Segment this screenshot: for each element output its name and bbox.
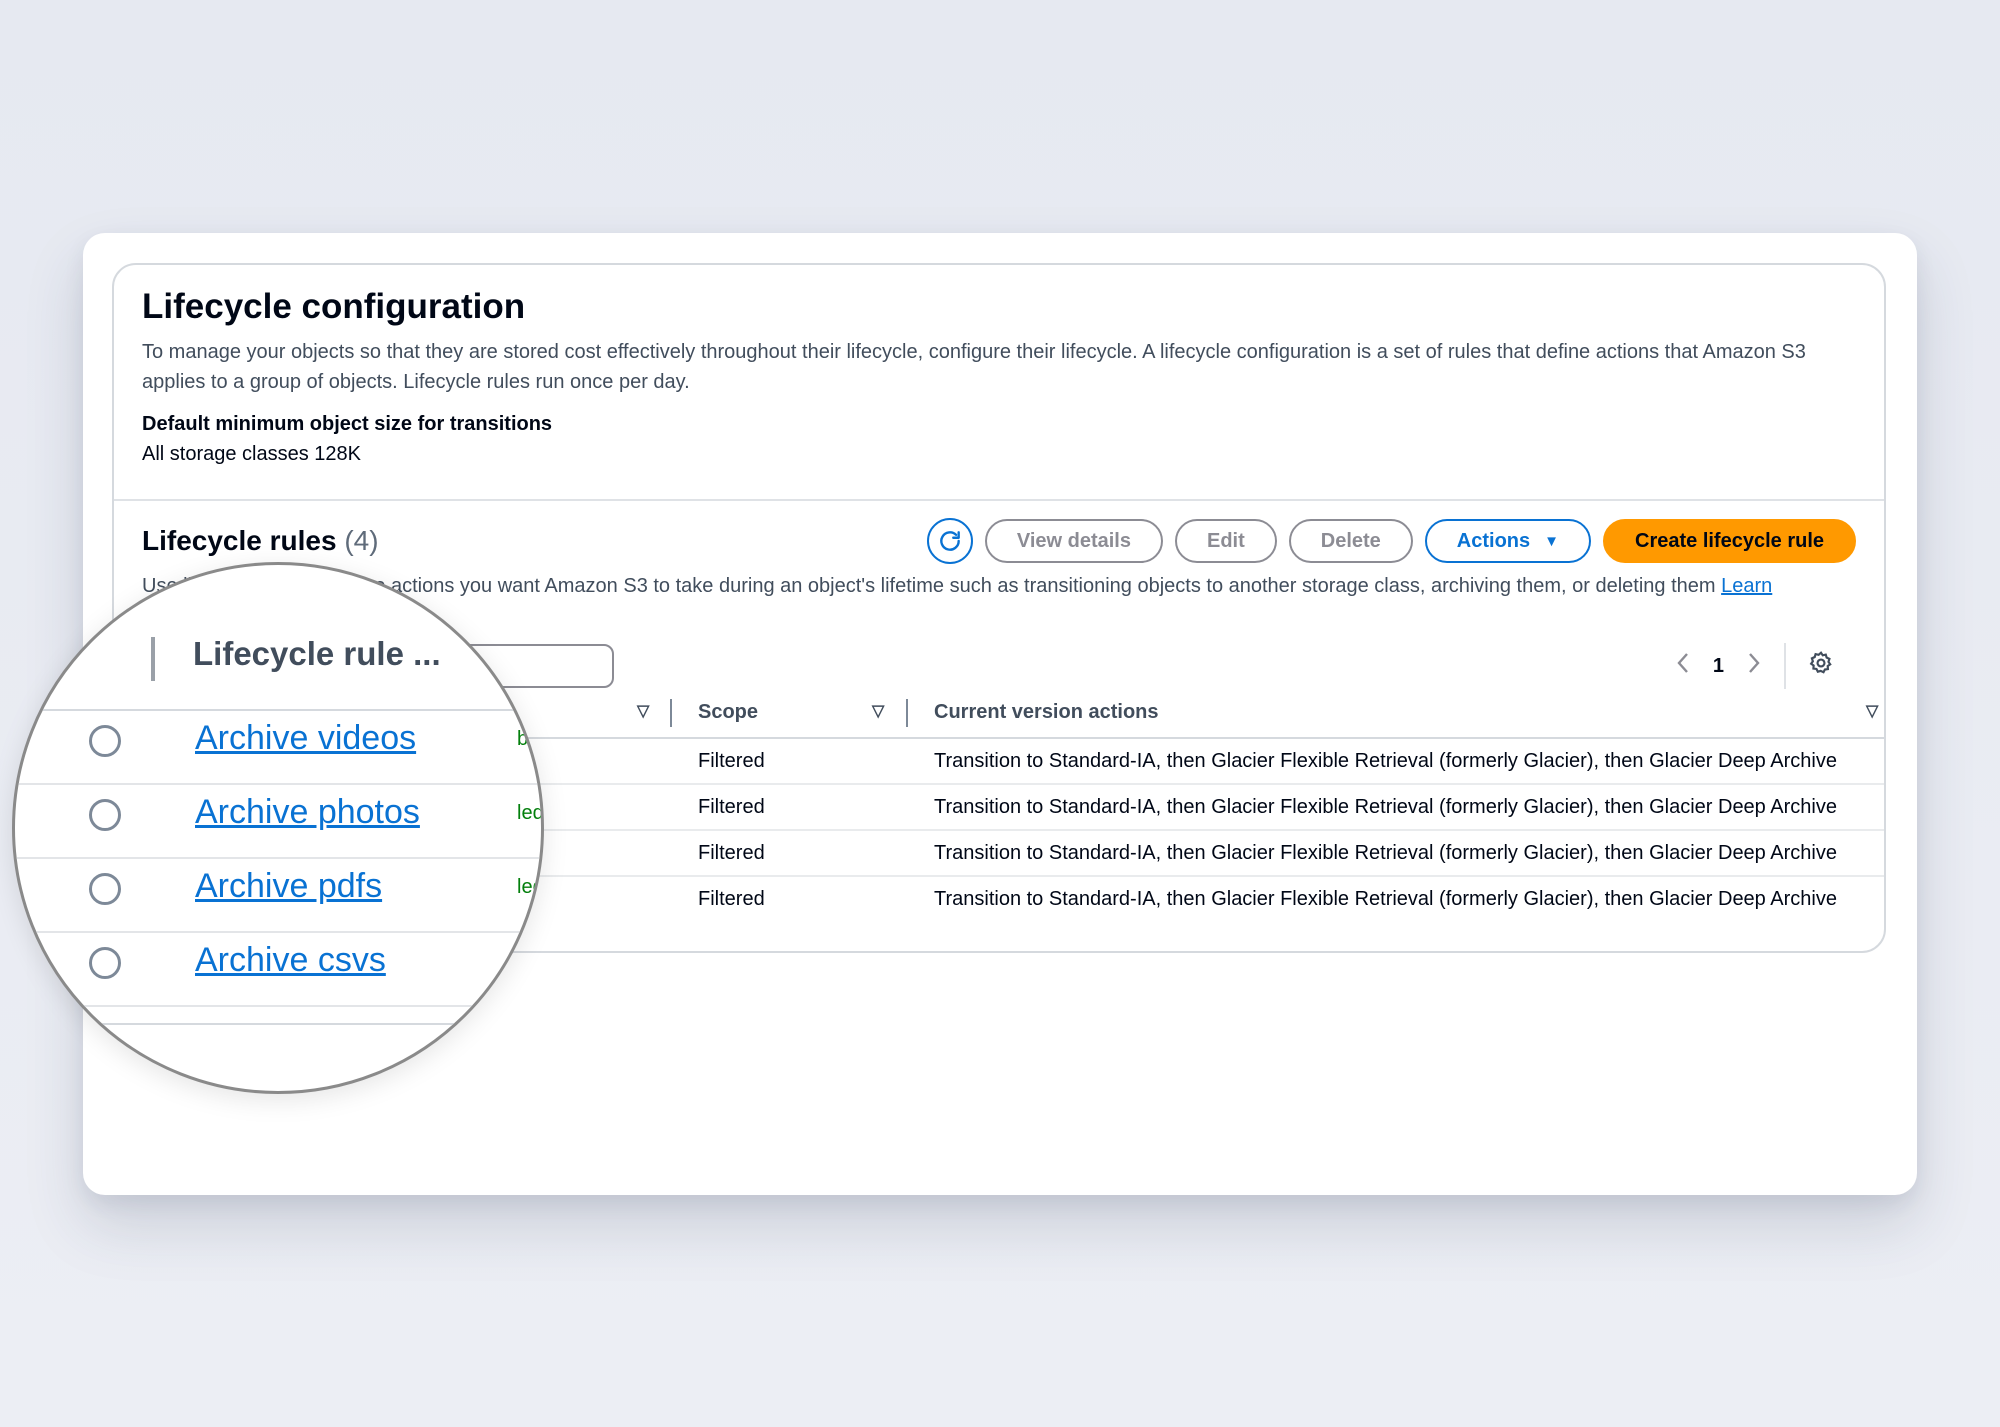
rule-name-link[interactable]: Archive videos xyxy=(195,719,416,758)
row-status: led xyxy=(517,802,544,824)
row-radio[interactable] xyxy=(89,873,121,905)
rule-name-link[interactable]: Archive photos xyxy=(195,793,420,832)
magnified-divider xyxy=(15,1023,541,1025)
column-divider[interactable] xyxy=(906,699,908,727)
magnified-row[interactable]: Archive videos bled xyxy=(15,711,541,785)
row-scope: Filtered xyxy=(698,750,765,772)
page-title: Lifecycle configuration xyxy=(142,287,526,326)
magnified-row[interactable]: Archive photos led xyxy=(15,785,541,859)
row-current-version-actions: Transition to Standard-IA, then Glacier … xyxy=(934,796,1837,818)
row-status: bled xyxy=(517,728,544,750)
page-number[interactable]: 1 xyxy=(1713,655,1724,678)
row-radio[interactable] xyxy=(89,947,121,979)
sort-scope-icon[interactable]: ▽ xyxy=(872,701,884,721)
rule-name-link[interactable]: Archive pdfs xyxy=(195,867,382,906)
rules-count: (4) xyxy=(344,525,379,556)
rules-title: Lifecycle rules xyxy=(142,525,337,556)
delete-button[interactable]: Delete xyxy=(1288,519,1413,563)
sort-actions-icon[interactable]: ▽ xyxy=(1866,701,1878,721)
min-size-label: Default minimum object size for transiti… xyxy=(142,413,553,435)
rules-toolbar: View details Edit Delete Actions ▼ Creat… xyxy=(926,518,1856,564)
row-scope: Filtered xyxy=(698,888,765,910)
column-status-fragment: s xyxy=(520,695,532,717)
page-description: To manage your objects so that they are … xyxy=(142,341,1806,393)
caret-down-icon: ▼ xyxy=(1544,532,1559,550)
row-status: led xyxy=(517,876,544,898)
edit-button[interactable]: Edit xyxy=(1174,519,1277,563)
actions-dropdown-button[interactable]: Actions ▼ xyxy=(1424,519,1591,563)
magnified-row[interactable]: Archive csvs bled xyxy=(15,933,541,1007)
row-radio[interactable] xyxy=(89,799,121,831)
refresh-icon xyxy=(940,531,960,551)
column-lifecycle-rule-name[interactable]: Lifecycle rule ... xyxy=(193,635,441,673)
sort-status-icon[interactable]: ▽ xyxy=(637,701,649,721)
row-status: bled xyxy=(517,950,544,972)
column-current-version-actions[interactable]: Current version actions xyxy=(934,701,1159,724)
pagination: 1 xyxy=(1675,643,1834,689)
chevron-left-icon[interactable] xyxy=(1675,651,1691,681)
min-size-value: All storage classes 128K xyxy=(142,443,362,465)
magnified-row[interactable]: Archive pdfs led xyxy=(15,859,541,933)
rules-heading: Lifecycle rules (4) xyxy=(142,525,379,557)
section-divider xyxy=(114,499,1884,501)
row-current-version-actions: Transition to Standard-IA, then Glacier … xyxy=(934,888,1837,910)
row-radio[interactable] xyxy=(89,725,121,757)
view-details-button[interactable]: View details xyxy=(984,519,1163,563)
pager-divider xyxy=(1784,643,1786,689)
column-resize-handle[interactable] xyxy=(151,637,155,681)
row-scope: Filtered xyxy=(698,842,765,864)
actions-label: Actions xyxy=(1456,529,1531,552)
row-scope: Filtered xyxy=(698,796,765,818)
rule-name-link[interactable]: Archive csvs xyxy=(195,941,386,980)
column-scope[interactable]: Scope xyxy=(698,701,758,724)
create-lifecycle-rule-button[interactable]: Create lifecycle rule xyxy=(1603,519,1856,563)
refresh-button[interactable] xyxy=(926,518,973,564)
chevron-right-icon[interactable] xyxy=(1746,651,1762,681)
zoom-magnifier: Lifecycle rule ... Archive videos bled A… xyxy=(12,562,544,1094)
row-current-version-actions: Transition to Standard-IA, then Glacier … xyxy=(934,842,1837,864)
gear-icon[interactable] xyxy=(1808,650,1834,682)
row-current-version-actions: Transition to Standard-IA, then Glacier … xyxy=(934,750,1837,772)
column-divider[interactable] xyxy=(670,699,672,727)
